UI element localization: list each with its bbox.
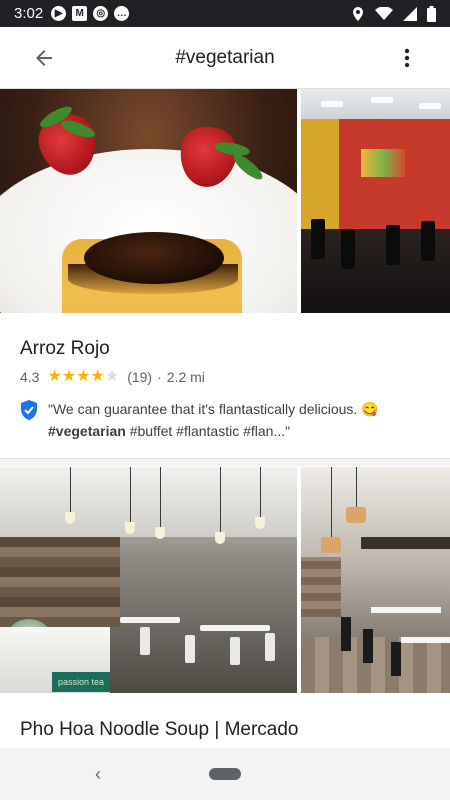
- gmail-icon: M: [72, 6, 88, 21]
- star-icon: ★: [90, 368, 105, 385]
- ceiling-light: [371, 97, 393, 103]
- status-time: 3:02: [14, 5, 44, 22]
- emoji: 😋: [361, 401, 379, 417]
- review-snippet[interactable]: "We can guarantee that it's flantastical…: [20, 398, 430, 442]
- listing-photos-arroz-rojo[interactable]: [0, 89, 450, 313]
- wifi-icon: [375, 6, 393, 20]
- star-icon: ★: [47, 368, 62, 385]
- pendant-wire: [260, 467, 261, 517]
- star-icon: ★: [61, 368, 77, 385]
- review-count: (19): [127, 369, 153, 385]
- nav-back-button[interactable]: ‹: [88, 762, 108, 786]
- listing-photos-pho-hoa[interactable]: passion tea: [0, 467, 450, 693]
- chair-shape: [386, 225, 400, 265]
- chair-shape: [363, 629, 373, 663]
- flan-dessert-photo[interactable]: [0, 89, 297, 313]
- separator: ·: [157, 369, 162, 385]
- chair-shape: [230, 637, 240, 665]
- notification-icons: ▶ M ◎ …: [51, 6, 130, 21]
- app-bar: #vegetarian: [0, 27, 450, 89]
- system-icons: [351, 5, 436, 22]
- table-shape: [120, 617, 180, 623]
- pendant-light: [125, 522, 135, 534]
- pendant-wire: [70, 467, 71, 512]
- pendant-light: [155, 527, 165, 539]
- pendant-light: [215, 532, 225, 544]
- pendant-wire: [220, 467, 221, 532]
- floor-shape: [301, 637, 450, 693]
- pendant-light: [65, 512, 75, 524]
- table-shape: [401, 637, 450, 643]
- passion-tea-sign: passion tea: [52, 672, 110, 692]
- nav-home-button[interactable]: [209, 768, 241, 780]
- restaurant-interior-photo[interactable]: [301, 89, 450, 313]
- chair-shape: [421, 221, 435, 261]
- more-options-button[interactable]: [392, 43, 422, 73]
- pendant-light: [255, 517, 265, 529]
- chat-icon: …: [114, 6, 130, 21]
- pendant-light: [321, 537, 341, 553]
- review-quote: "We can guarantee that it's flantastical…: [48, 401, 362, 417]
- pho-dining-photo[interactable]: [301, 467, 450, 693]
- wall-art-shape: [361, 149, 405, 177]
- pendant-wire: [160, 467, 161, 527]
- status-bar: 3:02 ▶ M ◎ …: [0, 0, 450, 27]
- pendant-wire: [130, 467, 131, 522]
- table-shape: [371, 607, 441, 613]
- chair-shape: [391, 642, 401, 676]
- chair-shape: [185, 635, 195, 663]
- table-shape: [200, 625, 270, 631]
- system-nav-bar: ‹: [0, 748, 450, 800]
- chair-shape: [265, 633, 275, 661]
- divider: [0, 458, 450, 466]
- more-vertical-icon: [404, 48, 410, 68]
- ceiling-shape: [0, 467, 297, 537]
- pendant-wire: [331, 467, 332, 537]
- rating-value: 4.3: [20, 369, 40, 385]
- signal-icon: [403, 6, 417, 21]
- listing-name[interactable]: Pho Hoa Noodle Soup | Mercado: [20, 719, 299, 741]
- media-icon: ▶: [51, 6, 67, 21]
- ceiling-light: [419, 103, 441, 109]
- verified-shield-icon: [21, 400, 37, 420]
- hashtag-vegetarian[interactable]: #vegetarian: [48, 423, 126, 439]
- pendant-wire: [356, 467, 357, 507]
- wood-wall-shape: [0, 537, 120, 627]
- review-text: "We can guarantee that it's flantastical…: [48, 398, 379, 442]
- star-icon: ★: [104, 368, 120, 385]
- pho-interior-photo[interactable]: passion tea: [0, 467, 297, 693]
- listing-name[interactable]: Arroz Rojo: [20, 338, 110, 360]
- ceiling-light: [321, 101, 343, 107]
- arrow-back-icon: [36, 49, 52, 66]
- back-button[interactable]: [16, 30, 72, 86]
- maps-icon: ◎: [93, 6, 109, 21]
- chair-shape: [311, 219, 325, 259]
- chair-shape: [140, 627, 150, 655]
- caramel-top-shape: [84, 232, 224, 284]
- star-rating: ★ ★ ★ ★ ★: [47, 369, 119, 385]
- hashtags: #buffet #flantastic #flan...": [125, 423, 291, 439]
- location-icon: [353, 6, 363, 21]
- chair-shape: [341, 229, 355, 269]
- distance: 2.2 mi: [166, 369, 205, 385]
- ceiling-beam-shape: [361, 537, 450, 549]
- chair-shape: [341, 617, 351, 651]
- pendant-light: [346, 507, 366, 523]
- rating-row: 4.3 ★ ★ ★ ★ ★ (19) · 2.2 mi: [20, 369, 205, 386]
- battery-icon: [427, 5, 436, 22]
- star-icon: ★: [76, 368, 91, 385]
- wood-wall-shape: [301, 557, 341, 617]
